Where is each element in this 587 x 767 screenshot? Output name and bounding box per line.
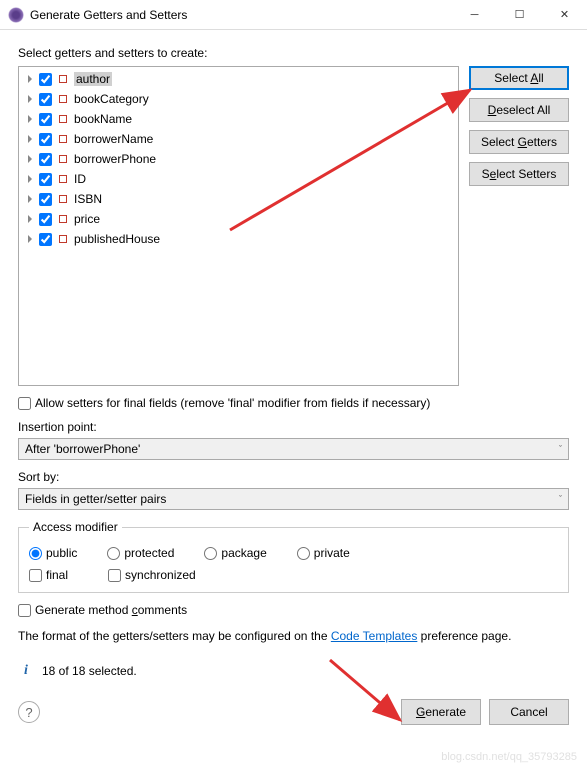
instruction-label: Select getters and setters to create: (18, 46, 569, 60)
final-checkbox-item[interactable]: final (29, 568, 68, 582)
fields-tree[interactable]: author bookCategory bookName borrowerNam… (18, 66, 459, 386)
tree-item[interactable]: bookCategory (19, 89, 458, 109)
expand-icon[interactable] (23, 132, 37, 146)
access-private-radio[interactable]: private (297, 546, 350, 560)
tree-item[interactable]: publishedHouse (19, 229, 458, 249)
field-name: price (74, 212, 100, 226)
field-icon (58, 174, 68, 184)
field-icon (58, 194, 68, 204)
allow-final-checkbox[interactable] (18, 397, 31, 410)
eclipse-icon (8, 7, 24, 23)
info-icon: i (18, 663, 34, 679)
generate-comments-checkbox[interactable] (18, 604, 31, 617)
titlebar: Generate Getters and Setters ─ ☐ ✕ (0, 0, 587, 30)
tree-item[interactable]: author (19, 69, 458, 89)
access-modifier-fieldset: Access modifier public protected package pr… (18, 520, 569, 593)
select-setters-button[interactable]: Select Setters (469, 162, 569, 186)
expand-icon[interactable] (23, 172, 37, 186)
chevron-down-icon: ˇ (559, 494, 562, 504)
access-protected-radio[interactable]: protected (107, 546, 174, 560)
code-templates-link[interactable]: Code Templates (331, 629, 418, 643)
expand-icon[interactable] (23, 72, 37, 86)
select-all-button[interactable]: Select All (469, 66, 569, 90)
field-name: ISBN (74, 192, 102, 206)
field-icon (58, 74, 68, 84)
expand-icon[interactable] (23, 212, 37, 226)
synchronized-checkbox[interactable] (108, 569, 121, 582)
sort-by-dropdown[interactable]: Fields in getter/setter pairs ˇ (18, 488, 569, 510)
allow-final-checkbox-row: Allow setters for final fields (remove '… (18, 396, 569, 410)
field-checkbox[interactable] (39, 133, 52, 146)
field-icon (58, 134, 68, 144)
chevron-down-icon: ˇ (559, 444, 562, 454)
deselect-all-button[interactable]: Deselect All (469, 98, 569, 122)
field-name: ID (74, 172, 86, 186)
generate-comments-label: Generate method comments (35, 603, 187, 617)
select-getters-button[interactable]: Select Getters (469, 130, 569, 154)
field-checkbox[interactable] (39, 113, 52, 126)
format-hint: The format of the getters/setters may be… (18, 627, 569, 645)
generate-button[interactable]: Generate (401, 699, 481, 725)
close-button[interactable]: ✕ (542, 0, 587, 30)
access-package-radio[interactable]: package (204, 546, 266, 560)
help-icon[interactable]: ? (18, 701, 40, 723)
allow-final-label: Allow setters for final fields (remove '… (35, 396, 430, 410)
field-icon (58, 114, 68, 124)
final-checkbox[interactable] (29, 569, 42, 582)
field-icon (58, 94, 68, 104)
tree-item[interactable]: price (19, 209, 458, 229)
status-row: i 18 of 18 selected. (18, 663, 569, 679)
sort-by-label: Sort by: (18, 470, 569, 484)
tree-item[interactable]: borrowerName (19, 129, 458, 149)
access-modifier-legend: Access modifier (29, 520, 122, 534)
tree-item[interactable]: borrowerPhone (19, 149, 458, 169)
generate-comments-row: Generate method comments (18, 603, 569, 617)
tree-item[interactable]: ISBN (19, 189, 458, 209)
access-public-radio[interactable]: public (29, 546, 77, 560)
field-name: bookCategory (74, 92, 149, 106)
window-title: Generate Getters and Setters (30, 8, 452, 22)
status-text: 18 of 18 selected. (42, 664, 137, 678)
field-icon (58, 154, 68, 164)
field-checkbox[interactable] (39, 233, 52, 246)
field-checkbox[interactable] (39, 213, 52, 226)
field-checkbox[interactable] (39, 193, 52, 206)
field-name: publishedHouse (74, 232, 160, 246)
expand-icon[interactable] (23, 92, 37, 106)
synchronized-checkbox-item[interactable]: synchronized (108, 568, 196, 582)
expand-icon[interactable] (23, 112, 37, 126)
field-checkbox[interactable] (39, 153, 52, 166)
expand-icon[interactable] (23, 152, 37, 166)
insertion-point-label: Insertion point: (18, 420, 569, 434)
expand-icon[interactable] (23, 232, 37, 246)
field-name: borrowerName (74, 132, 153, 146)
field-icon (58, 214, 68, 224)
field-name: bookName (74, 112, 132, 126)
expand-icon[interactable] (23, 192, 37, 206)
field-name: borrowerPhone (74, 152, 156, 166)
watermark: blog.csdn.net/qq_35793285 (441, 751, 577, 763)
field-icon (58, 234, 68, 244)
field-name: author (74, 72, 112, 86)
cancel-button[interactable]: Cancel (489, 699, 569, 725)
tree-item[interactable]: ID (19, 169, 458, 189)
tree-item[interactable]: bookName (19, 109, 458, 129)
minimize-button[interactable]: ─ (452, 0, 497, 30)
field-checkbox[interactable] (39, 93, 52, 106)
field-checkbox[interactable] (39, 73, 52, 86)
maximize-button[interactable]: ☐ (497, 0, 542, 30)
insertion-point-dropdown[interactable]: After 'borrowerPhone' ˇ (18, 438, 569, 460)
field-checkbox[interactable] (39, 173, 52, 186)
